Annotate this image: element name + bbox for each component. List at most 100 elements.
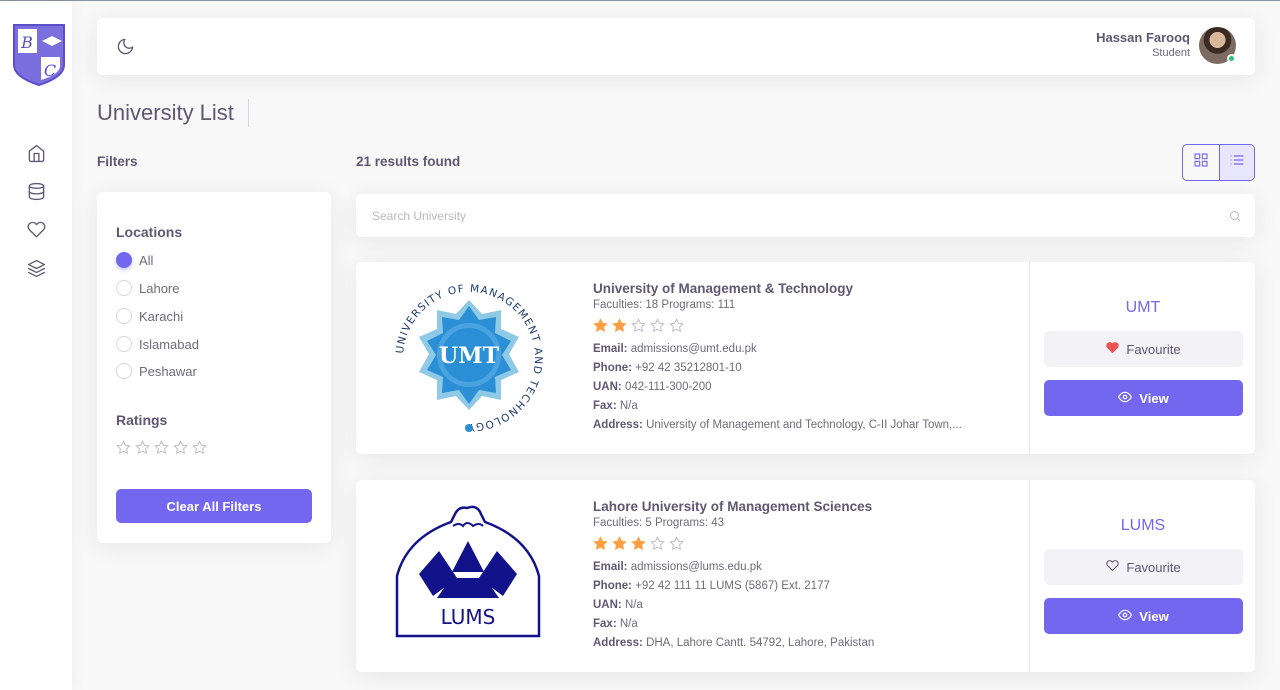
university-abbr: LUMS — [1120, 517, 1166, 534]
university-card: LUMS Lahore University of Management Sci… — [356, 480, 1255, 672]
list-view-button[interactable] — [1218, 145, 1254, 180]
address-label: Address: — [593, 419, 643, 431]
uan-value: N/a — [624, 599, 643, 611]
sidebar-item-home[interactable] — [25, 144, 47, 168]
star-icon[interactable] — [154, 440, 173, 456]
university-actions: UMT Favourite View — [1029, 262, 1255, 454]
phone-label: Phone: — [593, 362, 632, 374]
address-label: Address: — [593, 637, 643, 649]
sidebar-item-favourites[interactable] — [25, 221, 47, 243]
favourite-button[interactable]: Favourite — [1044, 549, 1243, 585]
phone-row: Phone: +92 42 35212801-10 — [593, 359, 993, 378]
university-name[interactable]: University of Management & Technology — [593, 280, 993, 297]
uan-row: UAN: N/a — [593, 596, 993, 615]
uan-row: UAN: 042-111-300-200 — [593, 378, 993, 397]
star-icon — [612, 318, 631, 334]
layers-icon — [27, 259, 46, 283]
umt-logo[interactable]: UMT UNIVERSITY OF MANAGEMENT AND TECHNOL… — [386, 278, 551, 438]
address-row: Address: University of Management and Te… — [593, 416, 993, 435]
view-button[interactable]: View — [1044, 380, 1243, 416]
avatar[interactable] — [1199, 27, 1236, 64]
home-icon — [27, 144, 46, 168]
star-icon — [593, 536, 612, 552]
uan-value: 042-111-300-200 — [624, 381, 712, 393]
fax-row: Fax: N/a — [593, 397, 993, 416]
eye-icon — [1118, 608, 1139, 625]
ratings-title: Ratings — [116, 412, 168, 428]
umt-logo-text: UMT — [439, 343, 500, 369]
sidebar-item-database[interactable] — [25, 182, 47, 206]
results-count: 21 results found — [356, 154, 461, 169]
sidebar: B C — [0, 1, 72, 690]
filters-heading: Filters — [97, 154, 138, 169]
fax-label: Fax: — [593, 400, 617, 412]
user-name[interactable]: Hassan Farooq — [1096, 30, 1190, 45]
radio-label: Lahore — [139, 280, 180, 296]
view-toggle — [1182, 144, 1255, 181]
lums-logo[interactable]: LUMS — [386, 496, 551, 656]
star-icon[interactable] — [116, 440, 135, 456]
heart-filled-icon — [1106, 341, 1126, 357]
radio-button[interactable] — [116, 336, 132, 352]
favourite-label: Favourite — [1126, 559, 1181, 575]
phone-value: +92 42 35212801-10 — [635, 362, 742, 374]
university-rating — [593, 318, 993, 334]
star-icon[interactable] — [192, 440, 211, 456]
sidebar-item-layers[interactable] — [25, 259, 47, 283]
email-row: Email: admissions@lums.edu.pk — [593, 558, 993, 577]
star-icon — [631, 536, 650, 552]
search-icon[interactable] — [1229, 209, 1241, 221]
star-icon[interactable] — [135, 440, 154, 456]
search-input[interactable] — [356, 194, 1216, 237]
database-icon — [27, 182, 46, 206]
address-row: Address: DHA, Lahore Cantt. 54792, Lahor… — [593, 634, 993, 653]
radio-label: Karachi — [139, 308, 184, 324]
university-info: Lahore University of Management Sciences… — [593, 498, 993, 653]
phone-label: Phone: — [593, 580, 632, 592]
email-value: admissions@umt.edu.pk — [630, 343, 757, 355]
grid-view-button[interactable] — [1183, 145, 1219, 180]
view-button[interactable]: View — [1044, 598, 1243, 634]
moon-icon — [116, 38, 135, 60]
radio-label: All — [139, 252, 154, 268]
app-logo[interactable]: B C — [12, 21, 66, 87]
university-meta: Faculties: 5 Programs: 43 — [593, 517, 725, 529]
star-icon[interactable] — [173, 440, 192, 456]
favourite-button[interactable]: Favourite — [1044, 331, 1243, 367]
radio-button[interactable] — [116, 252, 132, 268]
address-value: DHA, Lahore Cantt. 54792, Lahore, Pakist… — [646, 637, 875, 649]
location-option-islamabad[interactable]: Islamabad — [116, 334, 199, 354]
location-option-peshawar[interactable]: Peshawar — [116, 361, 197, 381]
email-row: Email: admissions@umt.edu.pk — [593, 340, 993, 359]
fax-label: Fax: — [593, 618, 617, 630]
user-role: Student — [1152, 47, 1190, 59]
location-option-karachi[interactable]: Karachi — [116, 306, 183, 326]
email-label: Email: — [593, 561, 628, 573]
phone-value: +92 42 111 11 LUMS (5867) Ext. 2177 — [635, 580, 830, 592]
top-navbar: Hassan Farooq Student — [97, 18, 1255, 75]
location-option-all[interactable]: All — [116, 250, 153, 270]
theme-toggle-button[interactable] — [116, 37, 136, 57]
university-abbr: UMT — [1125, 299, 1161, 316]
radio-button[interactable] — [116, 280, 132, 296]
fax-value: N/a — [619, 400, 638, 412]
clear-filters-button[interactable]: Clear All Filters — [116, 489, 312, 523]
radio-button[interactable] — [116, 363, 132, 379]
star-icon — [631, 318, 650, 334]
star-icon — [650, 536, 669, 552]
list-icon — [1229, 152, 1245, 173]
email-value: admissions@lums.edu.pk — [630, 561, 762, 573]
star-icon — [612, 536, 631, 552]
university-actions: LUMS Favourite View — [1029, 480, 1255, 672]
university-name[interactable]: Lahore University of Management Sciences — [593, 498, 993, 515]
eye-icon — [1118, 390, 1139, 407]
lums-logo-text: LUMS — [440, 605, 495, 629]
search-box — [356, 194, 1255, 237]
location-option-lahore[interactable]: Lahore — [116, 278, 179, 298]
radio-button[interactable] — [116, 308, 132, 324]
email-label: Email: — [593, 343, 628, 355]
radio-label: Peshawar — [139, 363, 197, 379]
view-label: View — [1139, 608, 1169, 624]
star-icon — [669, 318, 688, 334]
university-meta: Faculties: 18 Programs: 111 — [593, 299, 736, 311]
